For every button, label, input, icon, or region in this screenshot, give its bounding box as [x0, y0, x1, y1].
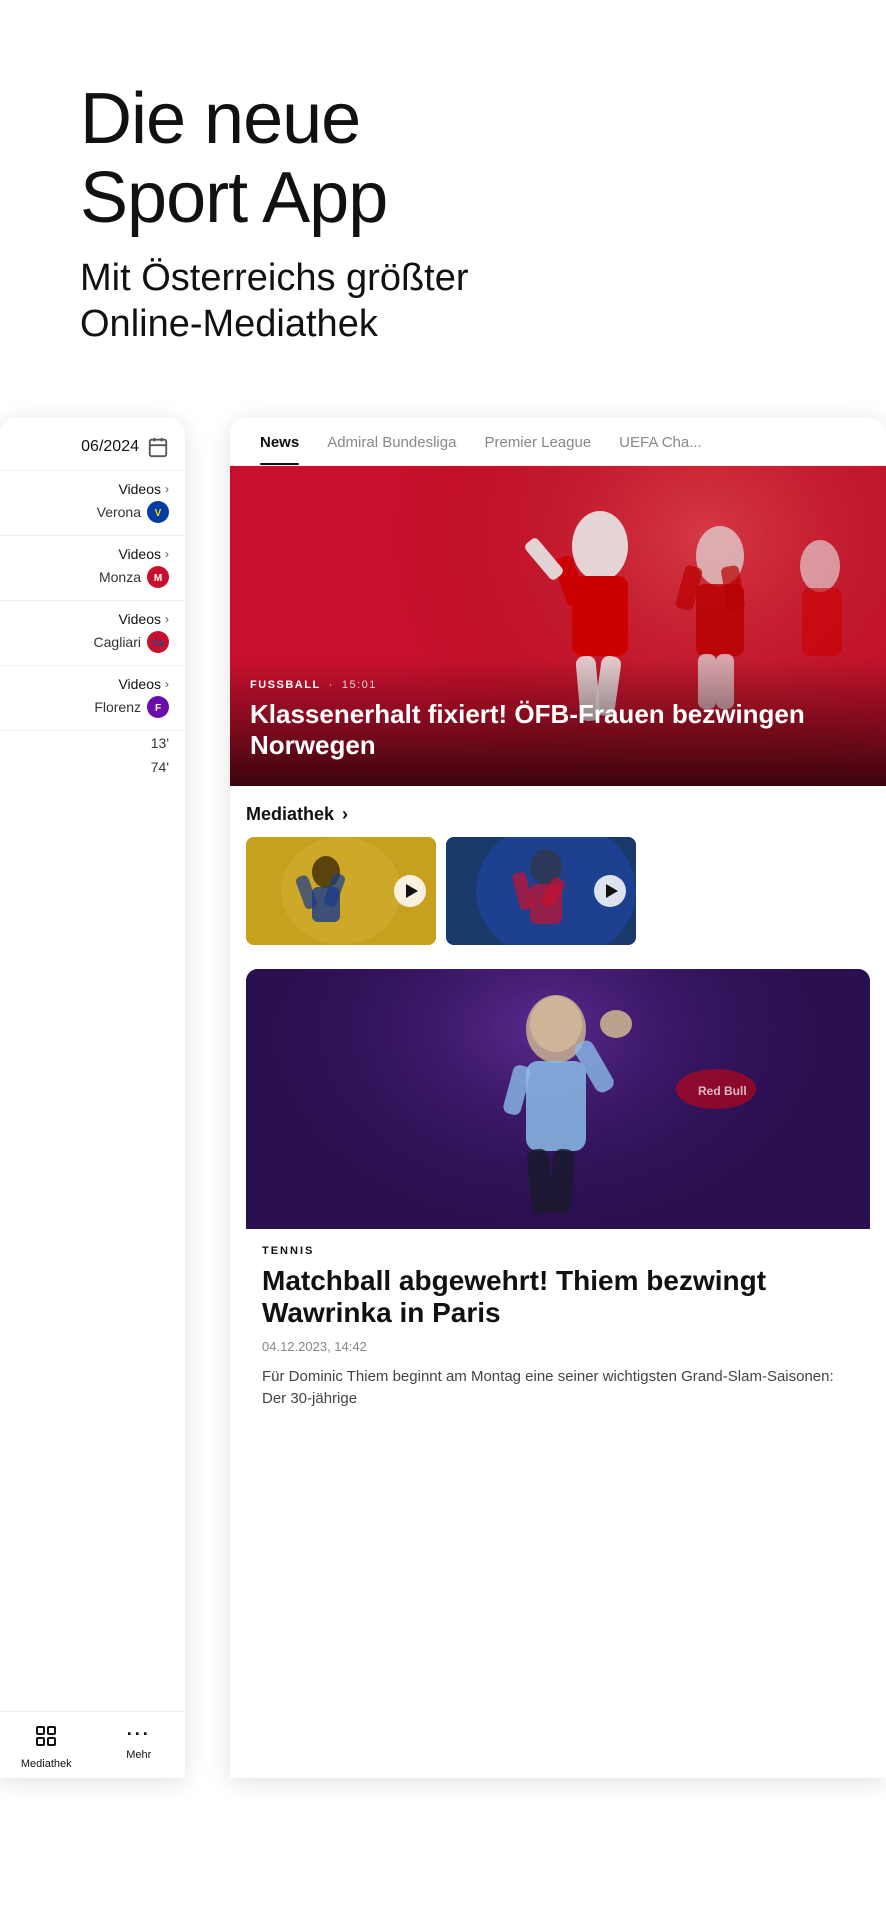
mediathek-nav-label: Mediathek — [21, 1758, 72, 1770]
score-minute-13: 13' — [151, 735, 169, 751]
nav-mehr[interactable]: ··· Mehr — [93, 1724, 186, 1770]
videos-link-2[interactable]: Videos › — [118, 546, 169, 562]
match-item-4: Videos › Florenz F — [0, 666, 185, 731]
bottom-nav: Mediathek ··· Mehr — [0, 1711, 185, 1778]
svg-text:V: V — [155, 508, 162, 519]
team-badge-florenz: F — [147, 696, 169, 718]
team-name-cagliari: Cagliari — [94, 634, 141, 650]
tab-bar: News Admiral Bundesliga Premier League U… — [230, 418, 886, 466]
article-meta: TENNIS Matchball abgewehrt! Thiem bezwin… — [246, 1229, 870, 1427]
team-badge-monza: M — [147, 566, 169, 588]
tab-admiral[interactable]: Admiral Bundesliga — [313, 418, 470, 465]
chevron-right-icon-2: › — [165, 547, 169, 561]
article-title: Matchball abgewehrt! Thiem bezwingt Wawr… — [262, 1265, 854, 1329]
mediathek-section: Mediathek › — [230, 786, 886, 957]
article-tennis[interactable]: Red Bull TENNIS Matchball abgewehrt! Thi… — [246, 969, 870, 1427]
svg-text:F: F — [155, 703, 161, 714]
schedule-header: 06/2024 — [0, 418, 185, 471]
match-item-2: Videos › Monza M — [0, 536, 185, 601]
main-news-card[interactable]: FUSSBALL · 15:01 Klassenerhalt fixiert! … — [230, 466, 886, 786]
mehr-nav-label: Mehr — [126, 1749, 151, 1761]
team-name-monza: Monza — [99, 569, 141, 585]
mediathek-chevron: › — [342, 804, 348, 825]
team-badge-cagliari: Ca — [147, 631, 169, 653]
videos-link-1[interactable]: Videos › — [118, 481, 169, 497]
play-button-1[interactable] — [394, 875, 426, 907]
score-minute-74: 74' — [151, 759, 169, 775]
tab-news[interactable]: News — [246, 418, 313, 465]
hero-section: Die neue Sport App Mit Österreichs größt… — [0, 0, 886, 388]
app-mockup: 06/2024 Videos › Verona V — [0, 388, 886, 1828]
thumb-1[interactable] — [246, 837, 436, 945]
hero-title: Die neue Sport App — [80, 80, 806, 238]
tab-premier[interactable]: Premier League — [470, 418, 605, 465]
main-news-title: Klassenerhalt fixiert! ÖFB-Frauen bezwin… — [250, 699, 866, 761]
svg-text:M: M — [154, 573, 162, 584]
mehr-nav-icon: ··· — [127, 1724, 151, 1745]
right-panel: News Admiral Bundesliga Premier League U… — [230, 418, 886, 1778]
calendar-icon[interactable] — [147, 436, 169, 458]
chevron-right-icon-4: › — [165, 677, 169, 691]
svg-text:Red Bull: Red Bull — [698, 1084, 747, 1098]
videos-link-4[interactable]: Videos › — [118, 676, 169, 692]
chevron-right-icon-3: › — [165, 612, 169, 626]
play-icon-2 — [606, 884, 618, 898]
play-button-2[interactable] — [594, 875, 626, 907]
mediathek-thumbnails — [246, 837, 870, 945]
hero-subtitle: Mit Österreichs größter Online-Mediathek — [80, 256, 806, 347]
team-name-verona: Verona — [97, 504, 141, 520]
nav-mediathek[interactable]: Mediathek — [0, 1724, 93, 1770]
score-row-1: 13' — [0, 731, 185, 755]
team-name-florenz: Florenz — [94, 699, 141, 715]
match-item-1: Videos › Verona V — [0, 471, 185, 536]
schedule-date: 06/2024 — [81, 438, 139, 456]
match-item-3: Videos › Cagliari Ca — [0, 601, 185, 666]
tennis-image: Red Bull — [246, 969, 870, 1229]
news-overlay: FUSSBALL · 15:01 Klassenerhalt fixiert! … — [230, 659, 886, 785]
tab-uefa[interactable]: UEFA Cha... — [605, 418, 716, 465]
videos-link-3[interactable]: Videos › — [118, 611, 169, 627]
thumb-2[interactable] — [446, 837, 636, 945]
article-date: 04.12.2023, 14:42 — [262, 1339, 854, 1354]
article-category: TENNIS — [262, 1245, 854, 1257]
svg-text:Ca: Ca — [152, 638, 164, 648]
left-panel: 06/2024 Videos › Verona V — [0, 418, 185, 1778]
news-category-tag: FUSSBALL · 15:01 — [250, 679, 866, 691]
score-row-2: 74' — [0, 755, 185, 779]
chevron-right-icon: › — [165, 482, 169, 496]
mediathek-nav-icon — [34, 1724, 58, 1754]
team-badge-verona: V — [147, 501, 169, 523]
play-icon-1 — [406, 884, 418, 898]
article-excerpt: Für Dominic Thiem beginnt am Montag eine… — [262, 1366, 854, 1411]
tennis-illustration: Red Bull — [246, 969, 870, 1229]
mediathek-link[interactable]: Mediathek › — [246, 804, 870, 825]
